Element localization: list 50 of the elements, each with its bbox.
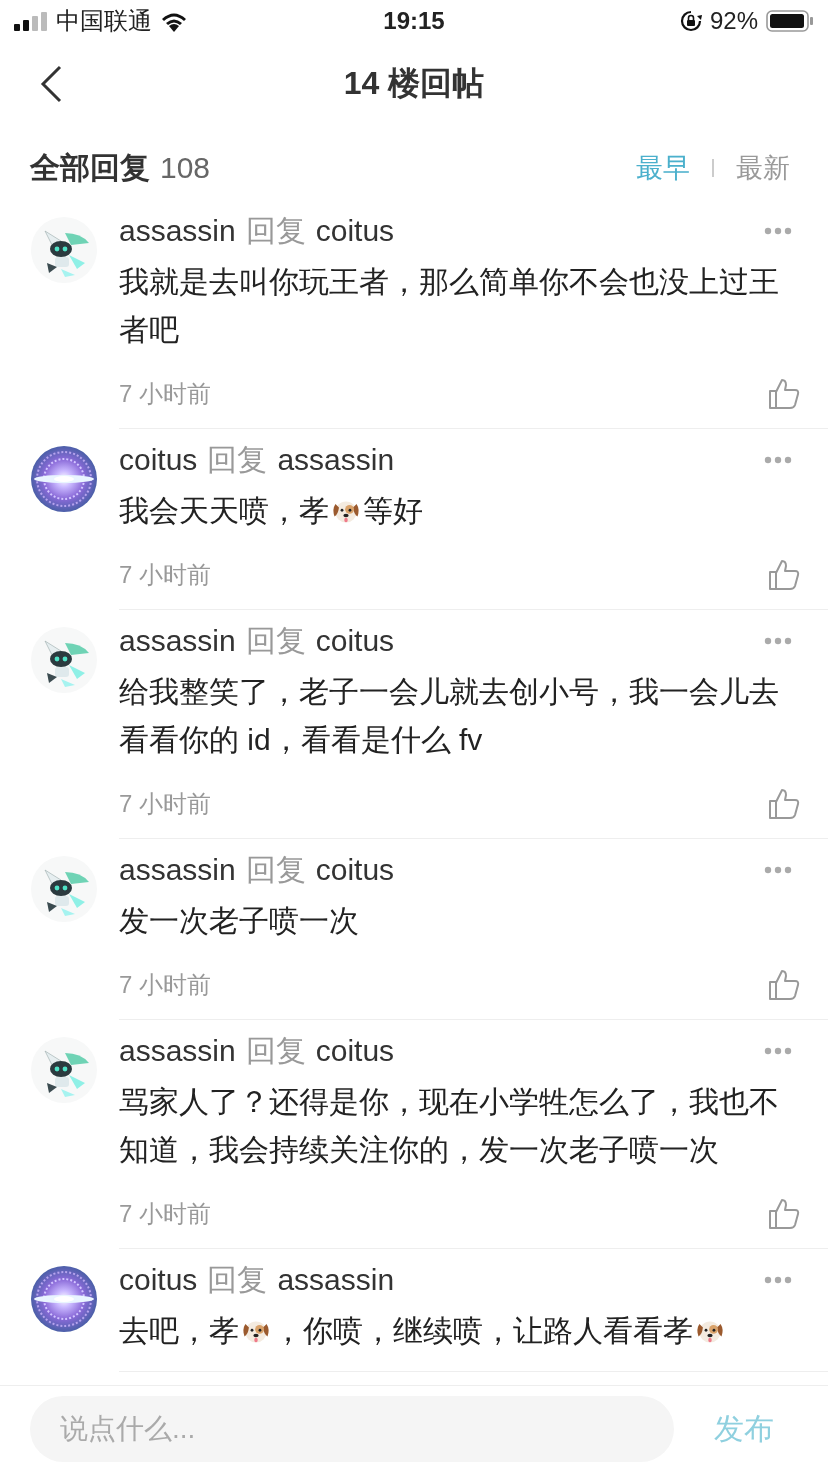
reply-label: 回复 bbox=[245, 622, 306, 659]
clock-time: 19:15 bbox=[383, 7, 445, 35]
target-name[interactable]: coitus bbox=[315, 624, 395, 658]
battery-icon bbox=[766, 10, 814, 32]
like-icon[interactable] bbox=[768, 559, 800, 591]
more-icon[interactable] bbox=[764, 456, 792, 464]
battery-percent: 92% bbox=[709, 7, 758, 35]
target-name[interactable]: coitus bbox=[315, 214, 395, 248]
like-icon[interactable] bbox=[768, 969, 800, 1001]
comment-text: 骂家人了？还得是你，现在小学牲怎么了，我也不知道，我会持续关注你的，发一次老子喷一次 bbox=[119, 1084, 780, 1168]
comment-text: 我会天天喷，孝 等好 bbox=[119, 493, 424, 529]
reply-label: 回复 bbox=[245, 212, 306, 249]
comment-input[interactable]: 说点什么... bbox=[30, 1396, 674, 1462]
author-name[interactable]: assassin bbox=[119, 624, 236, 658]
like-icon[interactable] bbox=[768, 788, 800, 820]
target-name[interactable]: coitus bbox=[315, 853, 395, 887]
comment-time: 7 小时前 bbox=[119, 379, 212, 409]
more-icon[interactable] bbox=[764, 1047, 792, 1055]
comment-text: 去吧，孝 ，你喷，继续喷，让路人看看孝 bbox=[119, 1307, 828, 1355]
author-name[interactable]: coitus bbox=[119, 1263, 198, 1297]
target-name[interactable]: assassin bbox=[277, 443, 395, 477]
reply-label: 回复 bbox=[207, 441, 268, 478]
author-name[interactable]: assassin bbox=[119, 214, 236, 248]
author-name[interactable]: assassin bbox=[119, 1034, 236, 1068]
signal-icon bbox=[14, 11, 48, 31]
page-title: 14 楼回帖 bbox=[343, 64, 485, 103]
reply-label: 回复 bbox=[207, 1261, 268, 1298]
rotation-lock-icon bbox=[679, 10, 702, 32]
comment-time: 7 小时前 bbox=[119, 970, 212, 1000]
comment-time: 7 小时前 bbox=[119, 1199, 212, 1229]
carrier-name: 中国联通 bbox=[56, 6, 152, 36]
comment-time: 7 小时前 bbox=[119, 560, 212, 590]
target-name[interactable]: coitus bbox=[315, 1034, 395, 1068]
more-icon[interactable] bbox=[764, 1276, 792, 1284]
reply-label: 回复 bbox=[245, 1032, 306, 1069]
comment-text: 给我整笑了，老子一会儿就去创小号，我一会儿去看看你的 id，看看是什么 fv bbox=[119, 674, 780, 758]
reply-label: 回复 bbox=[245, 851, 306, 888]
target-name[interactable]: assassin bbox=[277, 1263, 395, 1297]
author-name[interactable]: coitus bbox=[119, 443, 198, 477]
more-icon[interactable] bbox=[764, 227, 792, 235]
more-icon[interactable] bbox=[764, 866, 792, 874]
comment-text: 我就是去叫你玩王者，那么简单你不会也没上过王者吧 bbox=[119, 264, 780, 348]
like-icon[interactable] bbox=[768, 1198, 800, 1230]
more-icon[interactable] bbox=[764, 637, 792, 645]
like-icon[interactable] bbox=[768, 378, 800, 410]
comment-time: 7 小时前 bbox=[119, 789, 212, 819]
section-title: 全部回复 bbox=[30, 149, 150, 186]
author-name[interactable]: assassin bbox=[119, 853, 236, 887]
comment-text: 发一次老子喷一次 bbox=[119, 903, 360, 939]
reply-count: 108 bbox=[160, 151, 212, 185]
